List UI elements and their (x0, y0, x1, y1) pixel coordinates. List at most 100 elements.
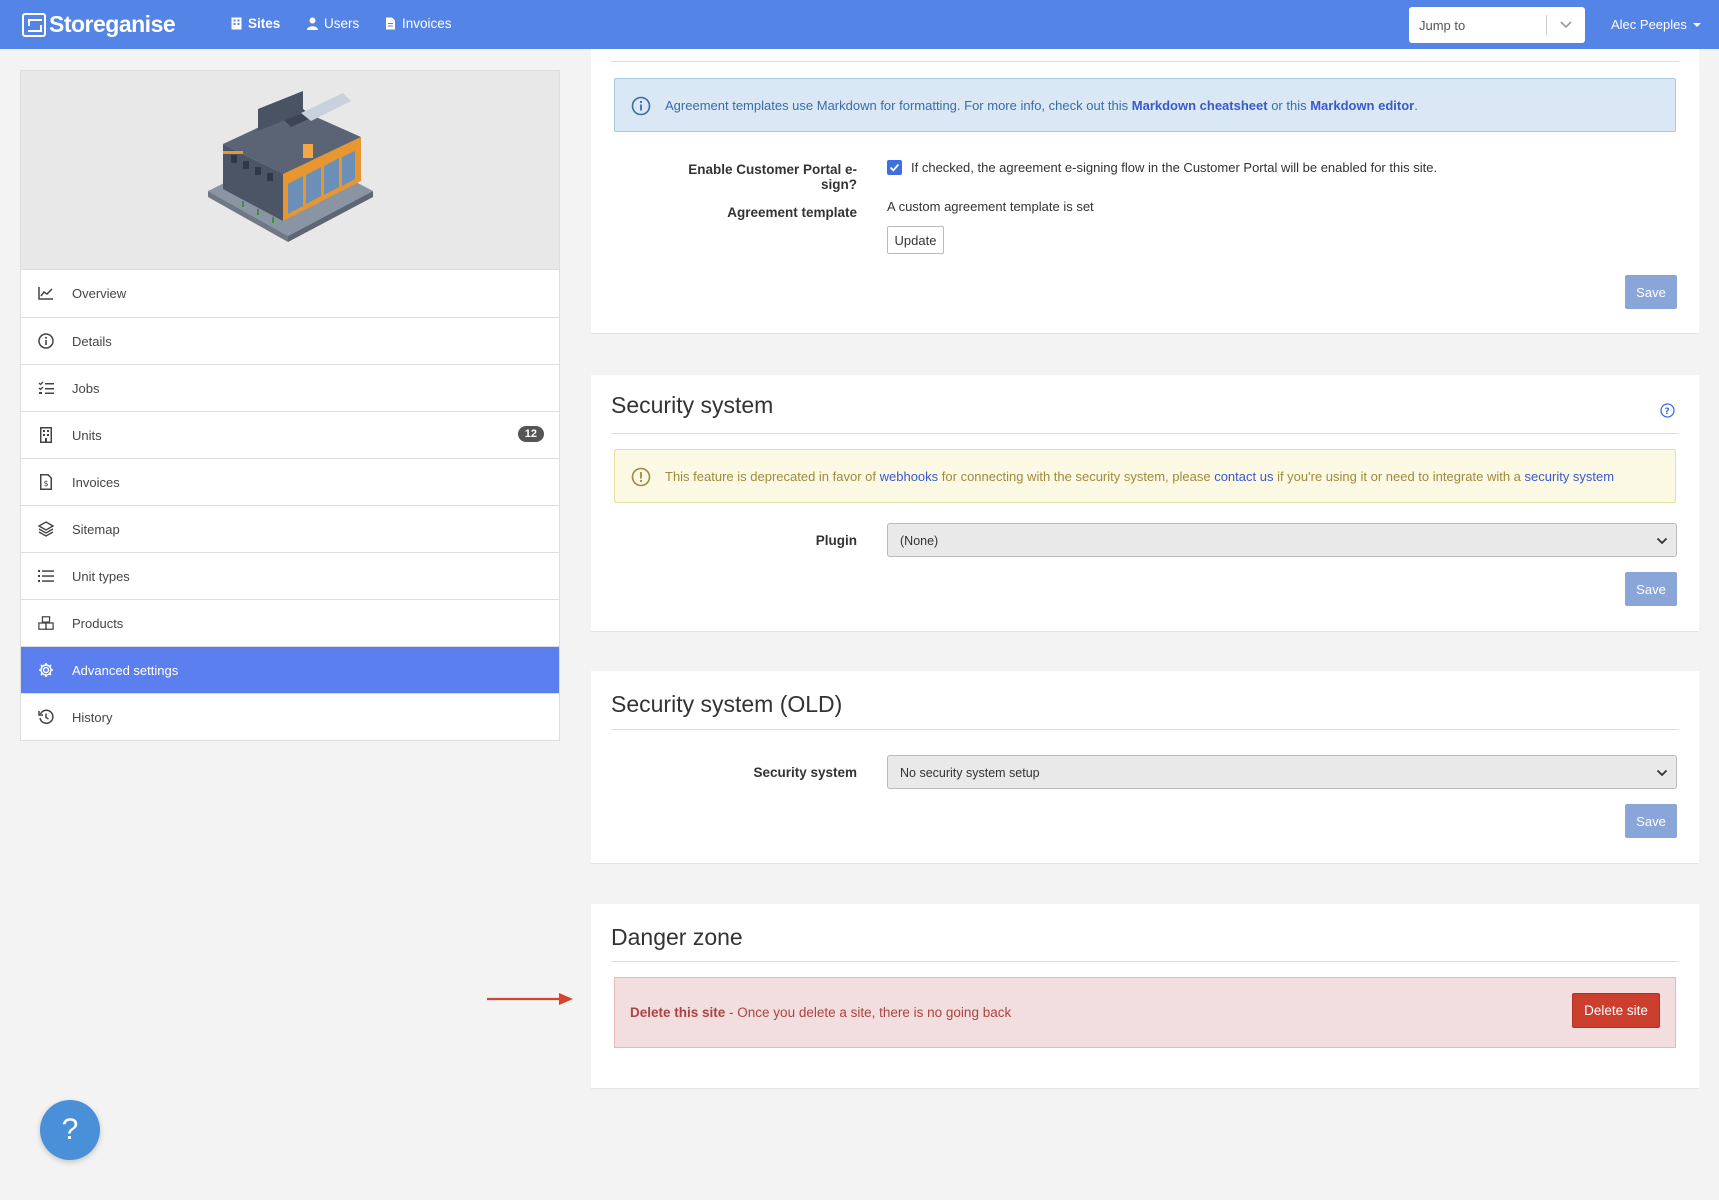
chart-line-icon (38, 285, 54, 301)
sidebar-item-units[interactable]: Units 12 (21, 411, 559, 458)
sidebar-item-invoices[interactable]: $ Invoices (21, 458, 559, 505)
sidebar-item-label: Units (72, 427, 102, 443)
update-template-button[interactable]: Update (887, 226, 944, 254)
sidebar-item-label: Sitemap (72, 521, 120, 537)
agreement-panel: Agreement templates use Markdown for for… (591, 49, 1699, 334)
sidebar-item-label: Advanced settings (72, 662, 179, 678)
security-system-selected-value: No security system setup (900, 766, 1040, 780)
site-sidebar: Overview Details Jobs Units 12 $ Invoice… (20, 70, 560, 741)
nav-invoices-label: Invoices (402, 16, 452, 31)
deprecation-warning-text: This feature is deprecated in favor of w… (665, 469, 1614, 484)
panel-divider (611, 729, 1679, 730)
nav-users-link[interactable]: Users (307, 16, 359, 31)
warn-mid1: for connecting with the security system,… (938, 469, 1215, 484)
brand-name: Storeganise (49, 11, 176, 37)
sidebar-item-label: Details (72, 333, 112, 349)
nav-users-label: Users (324, 16, 360, 31)
sidebar-item-unit-types[interactable]: Unit types (21, 552, 559, 599)
danger-zone-title: Danger zone (611, 924, 743, 950)
markdown-info-text: Agreement templates use Markdown for for… (665, 98, 1418, 113)
jump-to-select[interactable]: Jump to (1409, 7, 1585, 43)
arrow-right-icon (487, 993, 573, 1005)
caret-down-icon (1692, 22, 1701, 27)
tasks-icon (38, 380, 54, 396)
info-circle-icon (631, 96, 651, 116)
sidebar-item-advanced-settings[interactable]: Advanced settings (21, 646, 559, 693)
sidebar-item-jobs[interactable]: Jobs (21, 364, 559, 411)
building-icon (38, 427, 54, 443)
help-button[interactable]: ? (40, 1100, 100, 1160)
user-menu[interactable]: Alec Peeples (1611, 17, 1701, 32)
user-icon (307, 17, 318, 30)
delete-site-text: Delete this site - Once you delete a sit… (630, 1005, 1011, 1020)
sidebar-item-products[interactable]: Products (21, 599, 559, 646)
jump-to-placeholder: Jump to (1419, 18, 1466, 33)
site-image (20, 70, 560, 270)
file-icon (386, 17, 395, 30)
building-icon (231, 17, 242, 30)
sidebar-item-label: Overview (72, 286, 127, 301)
sidebar-item-label: Unit types (72, 568, 130, 584)
info-prefix: Agreement templates use Markdown for for… (665, 98, 1132, 113)
svg-text:?: ? (1665, 407, 1670, 417)
delete-site-alert: Delete this site - Once you delete a sit… (614, 977, 1676, 1048)
file-invoice-icon: $ (38, 474, 54, 490)
plugin-select[interactable]: (None) (887, 523, 1677, 557)
panel-divider (611, 961, 1679, 962)
markdown-editor-link[interactable]: Markdown editor (1310, 98, 1414, 113)
boxes-icon (38, 615, 54, 631)
sidebar-item-label: History (72, 709, 113, 725)
building-illustration (208, 91, 373, 242)
contact-us-link[interactable]: contact us (1214, 469, 1273, 484)
layers-icon (38, 521, 54, 537)
checkmark-icon (889, 163, 900, 172)
panel-divider (611, 433, 1679, 434)
esign-label: Enable Customer Portal e-sign? (688, 162, 857, 192)
sidebar-item-overview[interactable]: Overview (21, 270, 559, 317)
history-icon (38, 709, 54, 725)
warn-mid2: if you're using it or need to integrate … (1273, 469, 1525, 484)
security-system-panel: Security system ? This feature is deprec… (591, 375, 1699, 632)
security-system-old-panel: Security system (OLD) Security system No… (591, 671, 1699, 864)
help-circle-icon[interactable]: ? (1660, 403, 1675, 418)
agreement-template-label: Agreement template (727, 205, 857, 220)
danger-zone-panel: Danger zone Delete this site - Once you … (591, 904, 1699, 1089)
top-navbar: Storeganise Sites Users Invoices Jump to… (0, 0, 1719, 49)
security-system-link[interactable]: security system (1525, 469, 1615, 484)
sidebar-menu: Overview Details Jobs Units 12 $ Invoice… (20, 270, 560, 741)
user-name: Alec Peeples (1611, 17, 1687, 32)
security-system-old-title: Security system (OLD) (611, 691, 843, 717)
save-security-old-button[interactable]: Save (1625, 804, 1677, 838)
list-icon (38, 568, 54, 584)
markdown-cheatsheet-link[interactable]: Markdown cheatsheet (1132, 98, 1268, 113)
jump-to-separator (1546, 15, 1547, 35)
chevron-down-icon (1656, 769, 1668, 777)
sidebar-item-label: Products (72, 615, 124, 631)
delete-site-strong: Delete this site (630, 1005, 726, 1020)
security-system-select[interactable]: No security system setup (887, 755, 1677, 789)
storeganise-logo-icon (22, 12, 46, 37)
webhooks-link[interactable]: webhooks (880, 469, 939, 484)
markdown-info-alert: Agreement templates use Markdown for for… (614, 78, 1676, 132)
delete-site-warning: - Once you delete a site, there is no go… (725, 1005, 1012, 1020)
info-icon (38, 333, 54, 349)
deprecation-warning-alert: This feature is deprecated in favor of w… (614, 449, 1676, 503)
warning-circle-icon (631, 467, 651, 487)
brand-logo[interactable]: Storeganise (22, 11, 176, 38)
sidebar-item-sitemap[interactable]: Sitemap (21, 505, 559, 552)
save-agreement-button[interactable]: Save (1625, 275, 1677, 309)
help-question-icon: ? (61, 1113, 79, 1146)
save-security-button[interactable]: Save (1625, 572, 1677, 606)
chevron-down-icon (1560, 21, 1572, 29)
nav-invoices-link[interactable]: Invoices (385, 16, 452, 31)
nav-sites-link[interactable]: Sites (231, 16, 280, 31)
sidebar-item-history[interactable]: History (21, 693, 559, 740)
security-system-field-label: Security system (753, 765, 857, 780)
delete-site-button[interactable]: Delete site (1572, 993, 1660, 1028)
warn-prefix: This feature is deprecated in favor of (665, 469, 880, 484)
agreement-template-status: A custom agreement template is set (887, 199, 1094, 214)
sidebar-item-details[interactable]: Details (21, 317, 559, 364)
plugin-selected-value: (None) (900, 534, 939, 548)
sidebar-item-label: Jobs (72, 380, 100, 396)
esign-checkbox[interactable] (887, 160, 902, 175)
